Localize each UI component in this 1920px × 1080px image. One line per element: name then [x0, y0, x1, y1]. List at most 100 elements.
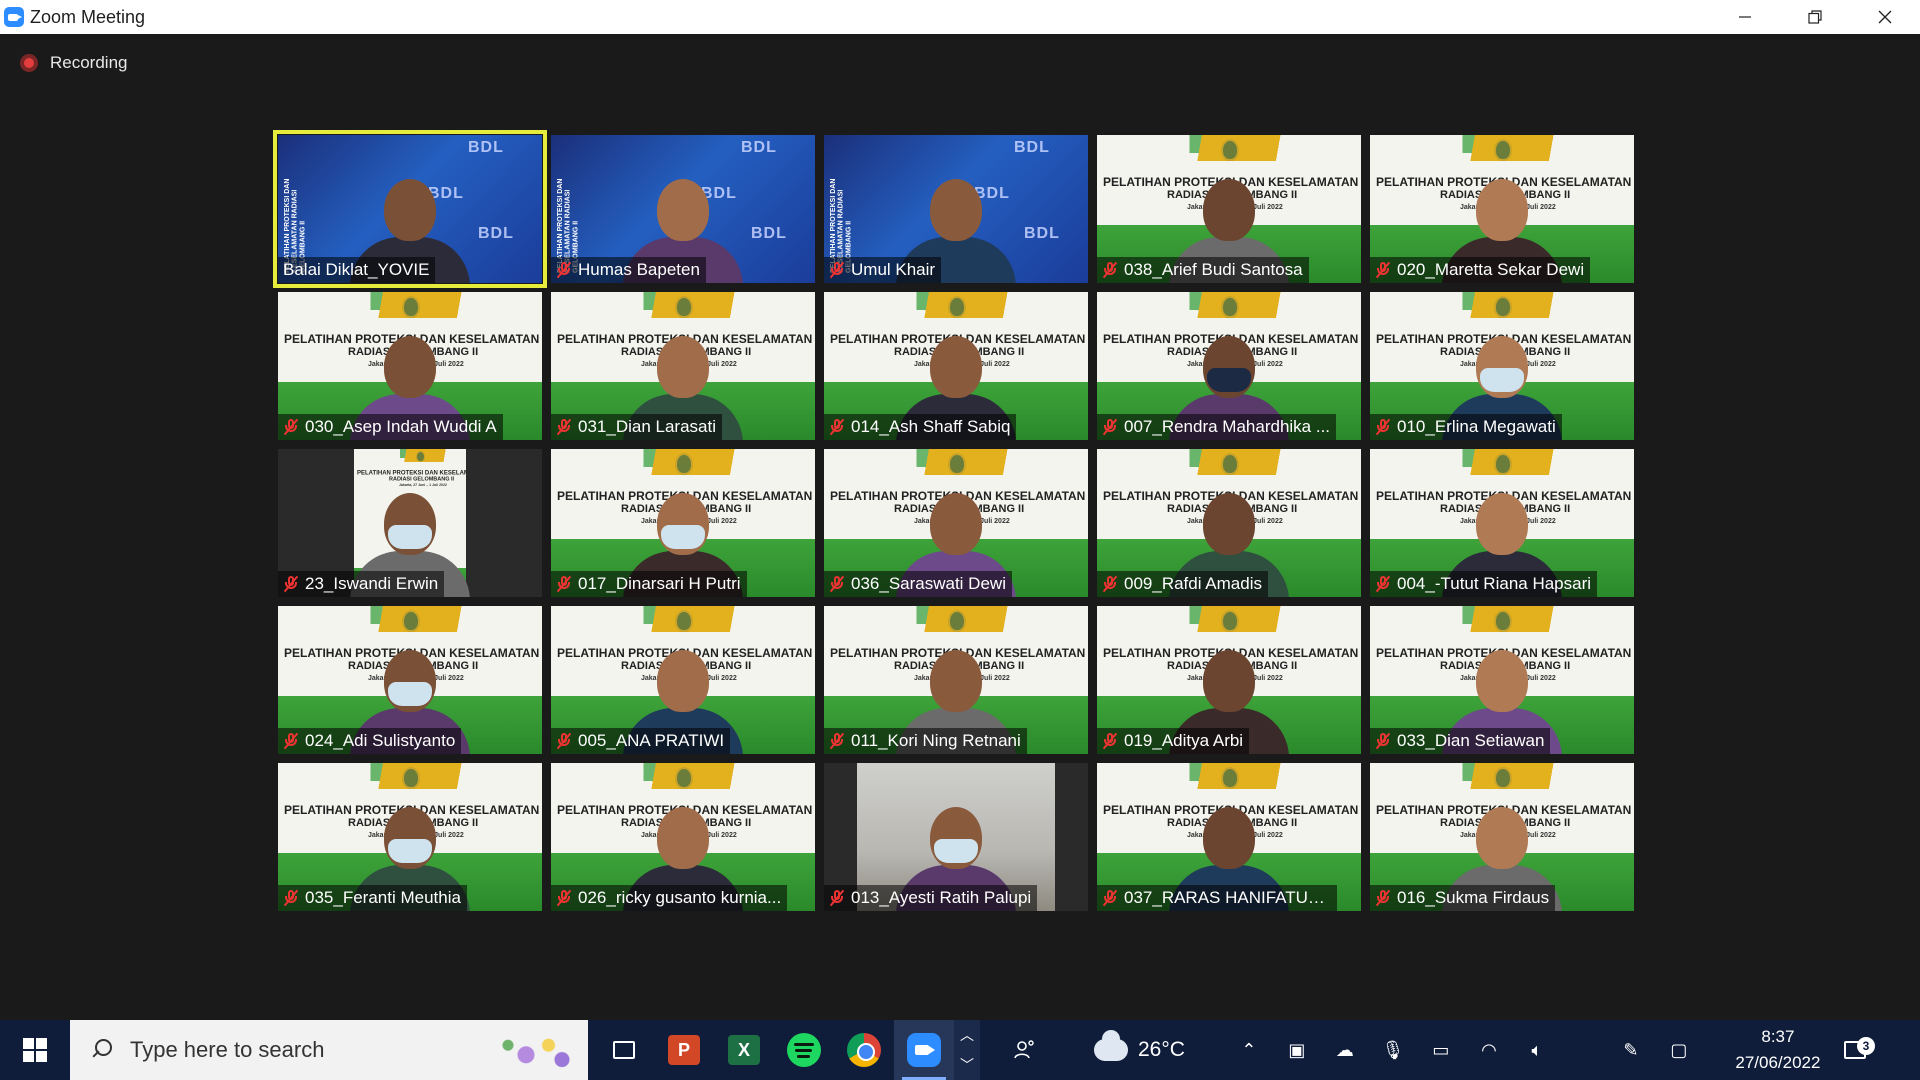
wifi-icon[interactable]: ◠: [1465, 1040, 1513, 1061]
meet-now-icon[interactable]: ▣: [1273, 1040, 1321, 1061]
spotify-button[interactable]: [774, 1020, 834, 1080]
participant-name-label: 037_RARAS HANIFATUNN...: [1097, 885, 1337, 911]
zoom-taskbar-button[interactable]: [894, 1020, 954, 1080]
participant-name-label: Balai Diklat_YOVIE: [278, 257, 436, 283]
participant-name: 038_Arief Budi Santosa: [1124, 260, 1303, 279]
minimize-button[interactable]: [1710, 0, 1780, 34]
background-logo: BDL: [1014, 139, 1050, 156]
emblem-icon: [675, 610, 693, 632]
participant-tile[interactable]: PELATIHAN PROTEKSI DAN KESELAMATANRADIAS…: [824, 292, 1088, 440]
participant-name-label: 007_Rendra Mahardhika ...: [1097, 414, 1337, 440]
participant-name-label: 038_Arief Budi Santosa: [1097, 257, 1309, 283]
participant-tile[interactable]: PELATIHAN PROTEKSI DAN KESELAMATANRADIAS…: [1370, 449, 1634, 597]
minimize-icon: [1739, 16, 1751, 18]
participant-tile[interactable]: PELATIHAN PROTEKSI DAN KESELAMATANRADIAS…: [1370, 606, 1634, 754]
taskbar-search-box[interactable]: Type here to search: [70, 1020, 588, 1080]
participant-tile[interactable]: PELATIHAN PROTEKSI DAN KESELAMATANRADIAS…: [824, 449, 1088, 597]
taskbar: Type here to search P X ︿ ﹀ 26°C ⌃ ▣ ☁ 🎙…: [0, 1020, 1920, 1080]
battery-icon[interactable]: ▭: [1417, 1040, 1465, 1061]
muted-microphone-icon: [1375, 418, 1391, 436]
close-icon: [1878, 10, 1892, 24]
participant-tile[interactable]: PELATIHAN PROTEKSI DAN KESELAMATANRADIAS…: [551, 449, 815, 597]
participant-tile[interactable]: PELATIHAN PROTEKSI DAN KESELAMATANRADIAS…: [824, 606, 1088, 754]
keyboard-icon[interactable]: ▢: [1655, 1040, 1703, 1061]
participant-tile[interactable]: PELATIHAN PROTEKSI DAN KESELAMATANRADIAS…: [1097, 763, 1361, 911]
participant-name-label: 009_Rafdi Amadis: [1097, 571, 1268, 597]
emblem-icon: [675, 453, 693, 475]
muted-microphone-icon: [829, 575, 845, 593]
recording-indicator[interactable]: Recording: [20, 53, 128, 73]
recording-dot-icon: [20, 54, 38, 72]
taskbar-scroll[interactable]: ︿ ﹀: [954, 1020, 980, 1080]
powerpoint-button[interactable]: P: [654, 1020, 714, 1080]
participant-name: 019_Aditya Arbi: [1124, 731, 1244, 750]
excel-button[interactable]: X: [714, 1020, 774, 1080]
close-button[interactable]: [1850, 0, 1920, 34]
muted-microphone-icon: [283, 575, 299, 593]
cloud-rain-icon: [1094, 1030, 1128, 1061]
participant-name: 011_Kori Ning Retnani: [851, 731, 1021, 750]
muted-microphone-icon: [283, 889, 299, 907]
clock-time: 8:37: [1761, 1027, 1795, 1046]
background-logo: BDL: [478, 225, 514, 242]
tray-chevron-up-icon[interactable]: ⌃: [1225, 1040, 1273, 1061]
participant-name-label: 026_ricky gusanto kurnia...: [551, 885, 788, 911]
participant-name-label: 005_ANA PRATIWI: [551, 728, 731, 754]
participant-tile[interactable]: PELATIHAN PROTEKSI DAN KESELAMATANRADIAS…: [1097, 135, 1361, 283]
emblem-icon: [402, 296, 420, 318]
microphone-icon[interactable]: 🎙︎: [1369, 1040, 1417, 1061]
participant-tile[interactable]: PELATIHAN PROTEKSI DAN KESELAMATANRADIAS…: [1370, 135, 1634, 283]
participant-tile[interactable]: PELATIHAN PROTEKSI DAN KESELAMATANRADIAS…: [278, 763, 542, 911]
participant-tile[interactable]: PELATIHAN PROTEKSI DAN KESELAMATANRADIAS…: [1097, 292, 1361, 440]
participant-tile[interactable]: PELATIHAN PROTEKSI DAN KESELAMATANRADIAS…: [551, 763, 815, 911]
muted-microphone-icon: [1102, 732, 1118, 750]
participant-tile[interactable]: PELATIHAN PROTEKSI DAN KESELAMATANRADIAS…: [1370, 292, 1634, 440]
emblem-icon: [1494, 453, 1512, 475]
participant-tile[interactable]: PELATIHAN PROTEKSI DAN KESELAMATANRADIAS…: [551, 292, 815, 440]
participant-name: 031_Dian Larasati: [578, 417, 716, 436]
participant-tile[interactable]: PELATIHAN PROTEKSI DAN KESELAMATAN RADIA…: [273, 130, 547, 288]
participant-tile[interactable]: PELATIHAN PROTEKSI DAN KESELAMATAN RADIA…: [824, 135, 1088, 283]
participant-tile[interactable]: PELATIHAN PROTEKSI DAN KESELAMATANRADIAS…: [1097, 606, 1361, 754]
emblem-icon: [1221, 610, 1239, 632]
emblem-icon: [948, 296, 966, 318]
emblem-icon: [675, 296, 693, 318]
restore-icon: [1808, 10, 1822, 24]
chevron-down-icon[interactable]: ﹀: [960, 1055, 974, 1075]
muted-microphone-icon: [556, 418, 572, 436]
task-view-button[interactable]: [594, 1020, 654, 1080]
notifications-button[interactable]: 3: [1833, 1037, 1877, 1059]
participant-tile[interactable]: PELATIHAN PROTEKSI DAN KESELAMATANRADIAS…: [278, 606, 542, 754]
emblem-icon: [1221, 296, 1239, 318]
participant-tile[interactable]: PELATIHAN PROTEKSI DAN KESELAMATANRADIAS…: [278, 292, 542, 440]
participant-name: Humas Bapeten: [578, 260, 700, 279]
clock[interactable]: 8:37 27/06/2022: [1723, 1024, 1833, 1076]
restore-button[interactable]: [1780, 0, 1850, 34]
emblem-icon: [948, 610, 966, 632]
participant-tile[interactable]: PELATIHAN PROTEKSI DAN KESELAMATANRADIAS…: [551, 606, 815, 754]
participant-name-label: 016_Sukma Firdaus: [1370, 885, 1556, 911]
participant-tile[interactable]: PELATIHAN PROTEKSI DAN KESELAMATANRADIAS…: [1370, 763, 1634, 911]
participant-name-label: 030_Asep Indah Wuddi A: [278, 414, 503, 440]
people-button[interactable]: [994, 1020, 1054, 1080]
emblem-icon: [402, 767, 420, 789]
pen-icon[interactable]: ✎: [1607, 1040, 1655, 1061]
chrome-button[interactable]: [834, 1020, 894, 1080]
participant-tile[interactable]: 013_Ayesti Ratih Palupi: [824, 763, 1088, 911]
onedrive-icon[interactable]: ☁: [1321, 1040, 1369, 1061]
participant-tile[interactable]: PELATIHAN PROTEKSI DAN KESELAMATANRADIAS…: [1097, 449, 1361, 597]
participant-name: 004_-Tutut Riana Hapsari: [1397, 574, 1592, 593]
participant-name: 007_Rendra Mahardhika ...: [1124, 417, 1331, 436]
volume-icon[interactable]: 🔈︎: [1513, 1040, 1561, 1061]
chevron-up-icon[interactable]: ︿: [960, 1025, 974, 1045]
participant-tile[interactable]: PELATIHAN PROTEKSI DAN KESELAMATAN RADIA…: [551, 135, 815, 283]
muted-microphone-icon: [1375, 732, 1391, 750]
participant-name-label: 033_Dian Setiawan: [1370, 728, 1551, 754]
start-button[interactable]: [0, 1020, 70, 1080]
emblem-icon: [1494, 767, 1512, 789]
weather-widget[interactable]: 26°C: [1094, 1030, 1185, 1062]
participant-tile[interactable]: PELATIHAN PROTEKSI DAN KESELAMATANRADIAS…: [278, 449, 542, 597]
background-text: PELATIHAN PROTEKSI DAN KESELAMATAN RADIA…: [557, 178, 580, 273]
participant-name: 014_Ash Shaff Sabiq: [851, 417, 1011, 436]
participant-name: 024_Adi Sulistyanto: [305, 731, 456, 750]
